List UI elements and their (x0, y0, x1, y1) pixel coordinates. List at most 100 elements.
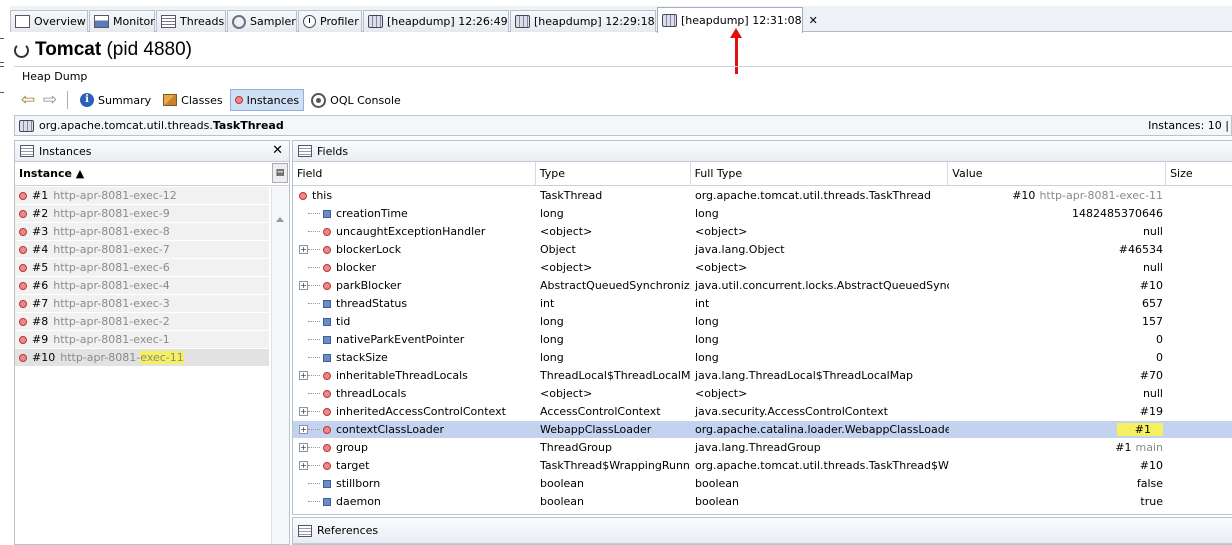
instances-panel-header: Instances ✕ (15, 141, 289, 162)
column-chooser-icon[interactable]: ▤ (272, 163, 288, 183)
field-name: nativeParkEventPointer (336, 333, 465, 346)
instances-scrollbar[interactable] (271, 187, 289, 544)
field-row[interactable]: stackSize long long 0 (293, 349, 1232, 367)
app-name: Tomcat (35, 39, 102, 60)
field-row[interactable]: + inheritedAccessControlContext AccessCont… (293, 403, 1232, 421)
field-row[interactable]: threadLocals <object> <object> null (293, 385, 1232, 403)
instance-row[interactable]: #8 http-apr-8081-exec-2 (15, 313, 269, 331)
field-value: 0 (1156, 333, 1163, 346)
tab-label: [heapdump] 12:31:08 (681, 14, 802, 27)
field-type: <object> (540, 261, 593, 274)
tab-sampler[interactable]: Sampler (227, 10, 297, 32)
field-row[interactable]: + target TaskThread$WrappingRunn... org.apa… (293, 457, 1232, 475)
field-cell: + parkBlocker (293, 277, 536, 295)
instances-panel-icon (20, 145, 34, 157)
field-row[interactable]: this TaskThread org.apache.tomcat.util.thr… (293, 187, 1232, 205)
column-size[interactable]: Size (1166, 162, 1232, 186)
fields-column-header: Field Type Full Type Value Size (293, 161, 1232, 186)
tab-heapdump-2[interactable]: [heapdump] 12:29:18 ✕ (510, 10, 671, 32)
expand-icon[interactable]: + (299, 371, 308, 380)
field-value: null (1142, 387, 1163, 400)
tab-overview[interactable]: Overview (10, 10, 88, 32)
field-row[interactable]: blocker <object> <object> null (293, 259, 1232, 277)
expand-icon[interactable]: + (299, 245, 308, 254)
instance-icon (19, 299, 27, 308)
tree-connector (299, 213, 323, 214)
expand-icon[interactable]: + (299, 281, 308, 290)
field-full-type: org.apache.tomcat.util.threads.TaskThrea… (695, 459, 949, 472)
instance-row[interactable]: #5 http-apr-8081-exec-6 (15, 259, 269, 277)
instance-name: http-apr-8081-exec-12 (53, 189, 177, 202)
field-value-cell: #1 main (949, 439, 1167, 457)
back-arrow-icon[interactable]: ⇦ (18, 91, 38, 109)
field-full-type: long (695, 207, 719, 220)
oql-console-button[interactable]: OQL Console (306, 89, 406, 111)
field-row[interactable]: nativeParkEventPointer long long 0 (293, 331, 1232, 349)
field-row[interactable]: tid long long 157 (293, 313, 1232, 331)
field-row[interactable]: creationTime long long 1482485370646 (293, 205, 1232, 223)
instance-icon (19, 335, 27, 344)
instances-button[interactable]: Instances (229, 89, 305, 111)
instance-row[interactable]: #10 http-apr-8081- exec-11 (15, 349, 269, 367)
field-value-cell: #10 (949, 277, 1167, 295)
tab-label: Monitor (113, 15, 155, 28)
close-icon[interactable]: ✕ (272, 143, 283, 158)
field-size (1167, 385, 1232, 403)
field-size (1167, 403, 1232, 421)
field-size (1167, 187, 1232, 205)
object-field-icon (323, 389, 331, 398)
instance-row[interactable]: #7 http-apr-8081-exec-3 (15, 295, 269, 313)
field-value: true (1140, 495, 1163, 508)
field-cell: stillborn (293, 475, 536, 493)
tree-line (308, 501, 320, 502)
tree-line (308, 429, 320, 430)
field-size (1167, 223, 1232, 241)
instance-row[interactable]: #4 http-apr-8081-exec-7 (15, 241, 269, 259)
tab-profiler[interactable]: Profiler (298, 10, 362, 32)
field-name: tid (336, 315, 351, 328)
expand-icon[interactable]: + (299, 425, 308, 434)
overview-icon (15, 15, 30, 28)
instance-column[interactable]: Instance ▲ (15, 162, 269, 186)
field-row[interactable]: daemon boolean boolean true (293, 493, 1232, 511)
field-type: <object> (540, 225, 593, 238)
forward-arrow-icon[interactable]: ⇨ (40, 91, 60, 109)
instance-row[interactable]: #6 http-apr-8081-exec-4 (15, 277, 269, 295)
classes-button[interactable]: Classes (158, 89, 227, 111)
instance-row[interactable]: #2 http-apr-8081-exec-9 (15, 205, 269, 223)
field-row[interactable]: + parkBlocker AbstractQueuedSynchroniz... j… (293, 277, 1232, 295)
field-type: <object> (540, 387, 593, 400)
field-type: long (540, 315, 564, 328)
instance-row[interactable]: #9 http-apr-8081-exec-1 (15, 331, 269, 349)
column-field[interactable]: Field (293, 161, 536, 186)
tab-threads[interactable]: Threads (156, 10, 226, 32)
field-name: inheritableThreadLocals (336, 369, 468, 382)
field-size (1167, 331, 1232, 349)
field-value-cell: null (949, 259, 1167, 277)
field-row[interactable]: + inheritableThreadLocals ThreadLocal$Thre… (293, 367, 1232, 385)
field-row[interactable]: stillborn boolean boolean false (293, 475, 1232, 493)
instance-row[interactable]: #3 http-apr-8081-exec-8 (15, 223, 269, 241)
column-value[interactable]: Value (948, 161, 1167, 186)
field-row[interactable]: + group ThreadGroup java.lang.ThreadGroup #1… (293, 439, 1232, 457)
summary-button[interactable]: i Summary (75, 89, 156, 111)
close-icon[interactable]: ✕ (809, 14, 818, 27)
column-full-type[interactable]: Full Type (691, 161, 949, 186)
instance-row[interactable]: #1 http-apr-8081-exec-12 (15, 187, 269, 205)
field-cell: uncaughtExceptionHandler (293, 223, 536, 241)
field-row[interactable]: + blockerLock Object java.lang.Object #46534 (293, 241, 1232, 259)
field-row[interactable]: threadStatus int int 657 (293, 295, 1232, 313)
expand-icon[interactable]: + (299, 443, 308, 452)
object-field-icon (323, 227, 331, 236)
expand-icon[interactable]: + (299, 407, 308, 416)
field-value: #46534 (1118, 243, 1163, 256)
field-size (1167, 205, 1232, 223)
references-panel-header[interactable]: References (293, 518, 1232, 544)
tab-heapdump-1[interactable]: [heapdump] 12:26:49 ✕ (363, 10, 524, 32)
column-type[interactable]: Type (536, 161, 691, 186)
tab-monitor[interactable]: Monitor (89, 10, 155, 32)
field-row[interactable]: uncaughtExceptionHandler <object> <object>… (293, 223, 1232, 241)
field-row[interactable]: + contextClassLoader WebappClassLoader org.… (293, 421, 1232, 439)
expand-icon[interactable]: + (299, 461, 308, 470)
instance-icon (234, 96, 243, 104)
